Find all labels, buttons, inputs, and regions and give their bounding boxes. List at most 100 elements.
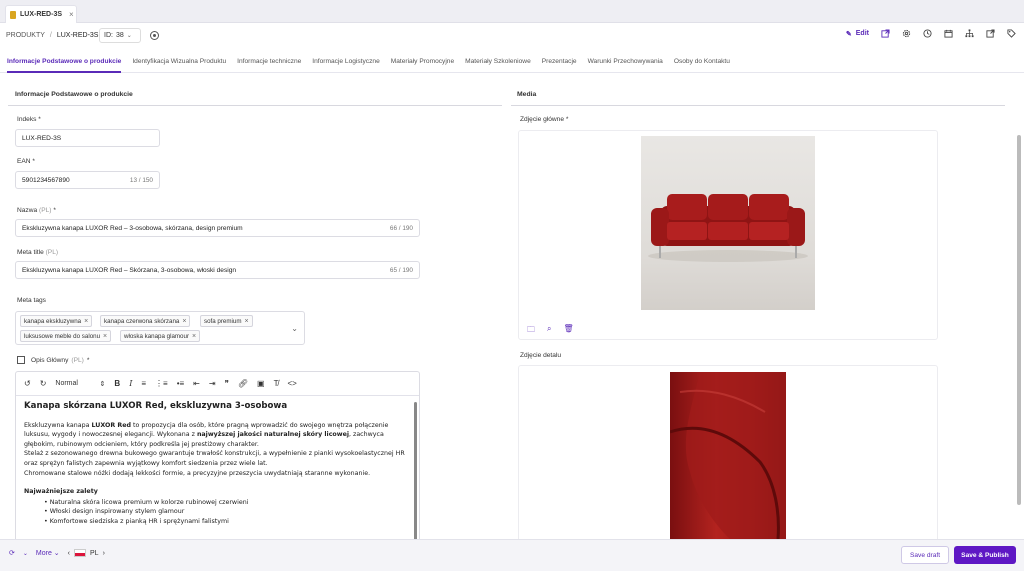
bullet-list-icon[interactable]: •≡	[177, 379, 184, 388]
copy-icon[interactable]	[17, 356, 25, 364]
chevron-down-icon[interactable]: ⌄	[291, 324, 298, 333]
list-item: Naturalna skóra licowa premium w kolorze…	[44, 498, 411, 508]
ordered-list-icon[interactable]: ⋮≡	[155, 379, 168, 388]
indeks-label: Indeks *	[17, 116, 41, 123]
gear-icon[interactable]	[902, 29, 911, 38]
main-photo-image[interactable]	[641, 136, 815, 310]
save-draft-button[interactable]: Save draft	[901, 546, 949, 564]
divider	[8, 105, 502, 106]
divider	[511, 105, 1005, 106]
quote-icon[interactable]: ❞	[225, 379, 229, 388]
edit-button[interactable]: ✎ Edit	[846, 30, 869, 38]
remove-tag-icon[interactable]: ×	[192, 333, 196, 340]
document-tab[interactable]: LUX-RED-3S ×	[5, 5, 77, 23]
align-left-icon[interactable]: ≡	[141, 379, 146, 388]
detail-photo-label: Zdjęcie detalu	[520, 352, 562, 359]
tag-chip: luksusowe meble do salonu ×	[20, 330, 112, 342]
remove-tag-icon[interactable]: ×	[84, 318, 88, 325]
folder-icon[interactable]: 🗀	[527, 324, 535, 338]
close-icon[interactable]: ×	[69, 10, 74, 19]
external-link-icon[interactable]	[881, 29, 890, 38]
ean-field[interactable]: 5901234567890 13 / 150	[15, 171, 160, 189]
indeks-field[interactable]: LUX-RED-3S	[15, 129, 160, 147]
outdent-icon[interactable]: ⇤	[193, 379, 200, 388]
indent-icon[interactable]: ⇥	[209, 379, 216, 388]
text-run-bold: najwyższej jakości naturalnej skóry lico…	[196, 431, 350, 439]
tab-prezentacje[interactable]: Prezentacje	[542, 51, 577, 73]
tab-identyfikacja-wizualna[interactable]: Identyfikacja Wizualna Produktu	[132, 51, 226, 73]
chevron-right-icon[interactable]: ›	[103, 550, 105, 557]
tab-informacje-podstawowe[interactable]: Informacje Podstawowe o produkcie	[7, 51, 122, 73]
tab-osoby-do-kontaktu[interactable]: Osoby do Kontaktu	[674, 51, 730, 73]
id-select[interactable]: ID: 38 ⌄	[99, 28, 141, 43]
meta-tags-field[interactable]: kanapa ekskluzywna × kanapa czerwona skór…	[15, 311, 305, 345]
remove-tag-icon[interactable]: ×	[182, 318, 186, 325]
link-icon[interactable]: 🔗︎	[238, 379, 248, 388]
content-paragraph: Chromowane stalowe nóżki dodają lekkości…	[24, 469, 371, 477]
ean-value: 5901234567890	[22, 176, 70, 184]
sofa-image	[648, 194, 808, 262]
remove-tag-icon[interactable]: ×	[103, 333, 107, 340]
clear-format-icon[interactable]: T̸	[274, 379, 279, 388]
nazwa-field[interactable]: Ekskluzywna kanapa LUXOR Red – 3-osobowa…	[15, 219, 420, 237]
detail-photo-image[interactable]	[669, 372, 786, 539]
locate-icon[interactable]	[150, 31, 159, 40]
remove-tag-icon[interactable]: ×	[244, 318, 248, 325]
nazwa-label-text: Nazwa	[17, 207, 38, 214]
tag-chip: kanapa czerwona skórzana ×	[100, 315, 191, 327]
search-icon[interactable]: ⌕	[547, 324, 551, 338]
section-title-media: Media	[517, 91, 537, 98]
rich-text-editor[interactable]: ↺ ↻ Normal ⇕ B I ≡ ⋮≡ •≡ ⇤ ⇥ ❞ 🔗︎ ▣ T̸ <>…	[15, 371, 420, 539]
chevron-down-icon[interactable]: ⌄	[23, 550, 28, 557]
meta-title-field[interactable]: Ekskluzywna kanapa LUXOR Red – Skórzana,…	[15, 261, 420, 279]
tag-chip-label: kanapa czerwona skórzana	[104, 317, 180, 325]
language-switcher[interactable]: ‹ PL ›	[68, 549, 105, 557]
content-heading: Kanapa skórzana LUXOR Red, ekskluzywna 3…	[24, 401, 288, 411]
tag-icon[interactable]	[1007, 29, 1016, 38]
header-toolbar: ✎ Edit	[846, 29, 1016, 38]
tab-materialy-szkoleniowe[interactable]: Materiały Szkoleniowe	[465, 51, 531, 73]
code-icon[interactable]: <>	[288, 379, 297, 388]
text-run: Ekskluzywna kanapa	[24, 421, 92, 429]
editor-scrollbar[interactable]	[414, 402, 417, 539]
language-label: PL	[90, 549, 99, 557]
list-item: Komfortowe siedziska z pianką HR i spręż…	[44, 517, 411, 527]
breadcrumb-root[interactable]: PRODUKTY	[6, 32, 45, 39]
chevron-down-icon: ⌄	[126, 33, 132, 39]
document-tabstrip: LUX-RED-3S ×	[0, 0, 1024, 23]
trash-icon[interactable]: 🗑︎	[563, 324, 573, 338]
tab-materialy-promocyjne[interactable]: Materiały Promocyjne	[391, 51, 454, 73]
image-icon[interactable]: ▣	[257, 379, 265, 388]
refresh-icon[interactable]: ⟳	[9, 549, 15, 557]
hierarchy-icon[interactable]	[965, 29, 974, 38]
document-icon	[10, 10, 16, 19]
nazwa-value: Ekskluzywna kanapa LUXOR Red – 3-osobowa…	[22, 224, 243, 232]
format-select-value: Normal	[55, 379, 78, 387]
document-tab-label: LUX-RED-3S	[20, 11, 63, 18]
export-icon[interactable]	[986, 29, 995, 38]
meta-title-label: Meta title (PL)	[17, 249, 58, 256]
more-menu-button[interactable]: More ⌄	[36, 549, 60, 557]
calendar-icon[interactable]	[944, 29, 953, 38]
tab-informacje-logistyczne[interactable]: Informacje Logistyczne	[312, 51, 379, 73]
content-paragraph: Stelaż z sezonowanego drewna bukowego gw…	[24, 450, 405, 467]
footer-left: ⟳ ⌄ More ⌄ ‹ PL ›	[9, 549, 105, 557]
meta-tags-label: Meta tags	[17, 297, 46, 304]
italic-icon[interactable]: I	[129, 379, 132, 388]
nazwa-lang: (PL)	[39, 207, 52, 214]
save-publish-button[interactable]: Save & Publish	[954, 546, 1016, 564]
bold-icon[interactable]: B	[114, 379, 120, 388]
meta-title-label-text: Meta title	[17, 249, 44, 256]
chevron-left-icon[interactable]: ‹	[68, 550, 70, 557]
breadcrumb-separator: /	[49, 32, 52, 39]
format-select[interactable]: Normal ⇕	[55, 380, 105, 388]
tab-informacje-techniczne[interactable]: Informacje techniczne	[237, 51, 301, 73]
section-title-basic-info: Informacje Podstawowe o produkcie	[15, 91, 133, 98]
history-icon[interactable]	[923, 29, 932, 38]
redo-icon[interactable]: ↻	[40, 379, 47, 388]
page-scrollbar[interactable]	[1017, 135, 1021, 505]
ean-char-count: 13 / 150	[129, 176, 153, 184]
breadcrumb: PRODUKTY / LUX-RED-3S	[6, 32, 98, 39]
undo-icon[interactable]: ↺	[24, 379, 31, 388]
tab-warunki-przechowywania[interactable]: Warunki Przechowywania	[588, 51, 663, 73]
